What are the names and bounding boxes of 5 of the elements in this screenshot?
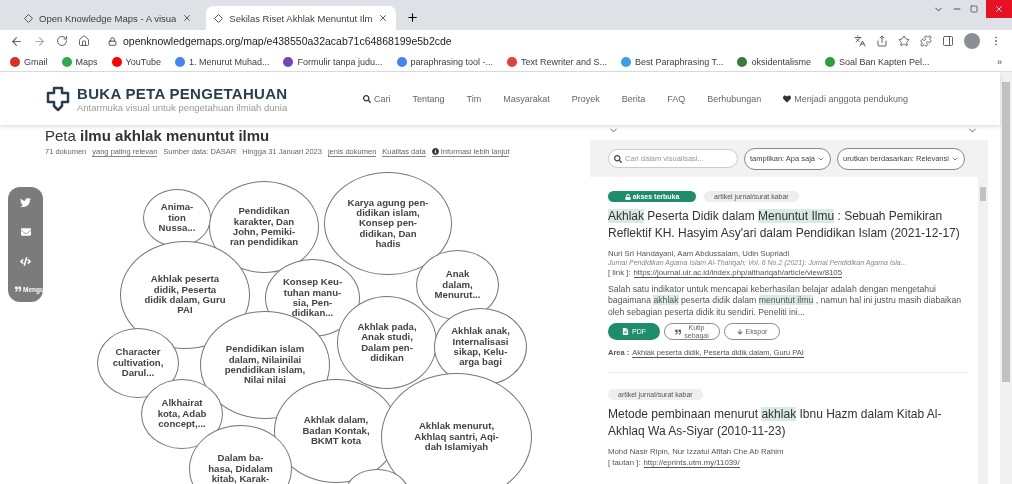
map-title: Peta ilmu akhlak menuntut ilmu (45, 127, 271, 144)
site-tagline: Antarmuka visual untuk pengetahuan ilmiah dunia (77, 101, 288, 113)
abstract-text: Salah satu indikator untuk mencapai keberhasilan belajar adalah dengan mengetahui bagaimana akhlak peserta didik dalam menuntut ilmu , namun hal ini justru masih diabaikan oleh sebagian peserta didik itu sendiri. Peneliti ini... (608, 284, 963, 318)
url-text: openknowledgemaps.org/map/e438550a32acab71c64868199e5b2cde (123, 35, 452, 47)
site-title: BUKA PETA PENGETAHUAN (77, 84, 288, 102)
